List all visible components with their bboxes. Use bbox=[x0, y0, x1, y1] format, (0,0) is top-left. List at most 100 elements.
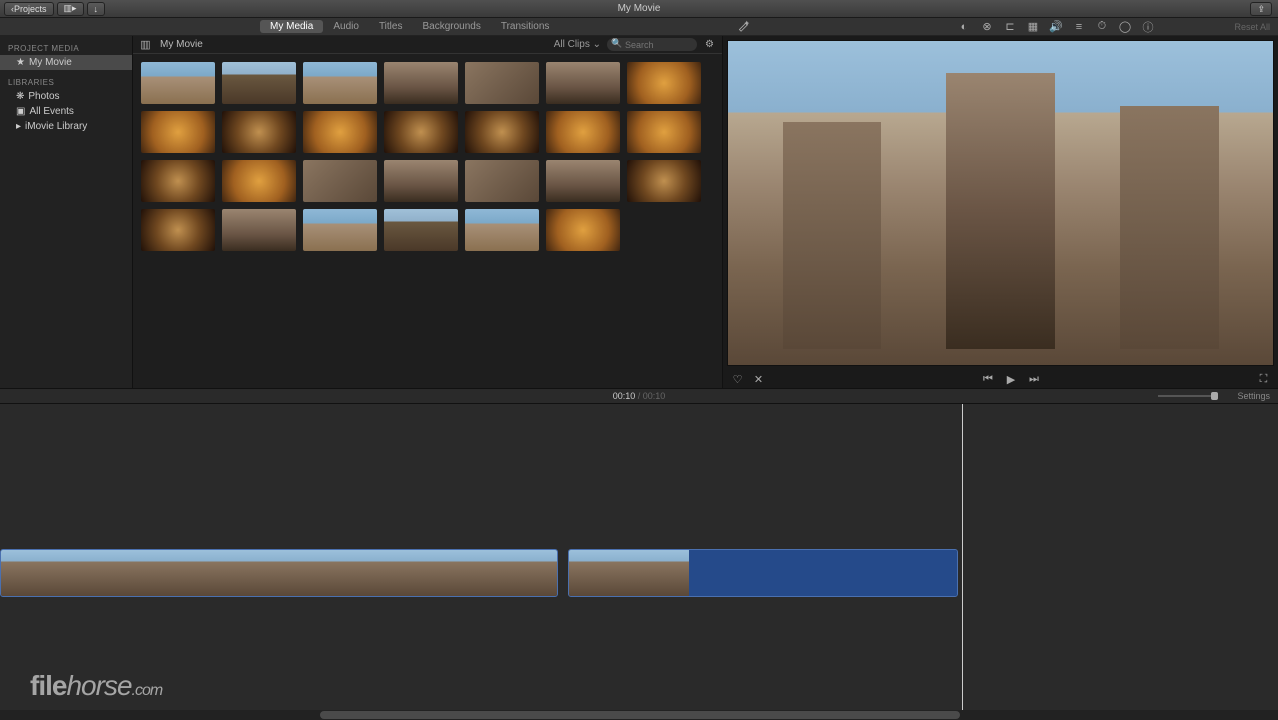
prev-frame-icon[interactable]: ⏮ bbox=[982, 373, 995, 386]
noise-reduction-icon[interactable]: ≡ bbox=[1072, 20, 1085, 33]
watermark-text-1: file bbox=[30, 670, 66, 701]
media-thumbnail[interactable] bbox=[465, 62, 539, 104]
chevron-down-icon: ⌄ bbox=[593, 39, 601, 50]
share-icon: ⇪ bbox=[1257, 4, 1265, 15]
media-browser: ▥ My Movie All Clips ⌄ 🔍 ⚙ bbox=[133, 36, 723, 388]
timecode-bar: 00:10 / 00:10 Settings bbox=[0, 388, 1278, 404]
media-thumbnail[interactable] bbox=[546, 160, 620, 202]
volume-icon[interactable]: 🔊 bbox=[1049, 20, 1062, 33]
media-thumbnail[interactable] bbox=[627, 62, 701, 104]
sidebar-item-my-movie[interactable]: ★ My Movie bbox=[0, 55, 132, 70]
media-thumbnail[interactable] bbox=[303, 209, 377, 251]
list-toggle-icon[interactable]: ▥ bbox=[139, 38, 152, 51]
current-time: 00:10 bbox=[613, 391, 636, 401]
timeline-clip-2[interactable] bbox=[568, 549, 958, 597]
tab-titles[interactable]: Titles bbox=[369, 20, 413, 33]
media-thumbnail[interactable] bbox=[141, 62, 215, 104]
tab-my-media[interactable]: My Media bbox=[260, 20, 323, 33]
thumbnail-grid bbox=[133, 54, 722, 388]
media-thumbnail[interactable] bbox=[627, 111, 701, 153]
back-label: Projects bbox=[14, 4, 47, 14]
browser-breadcrumb: My Movie bbox=[160, 39, 203, 50]
color-correction-icon[interactable]: ⊗ bbox=[980, 20, 993, 33]
media-thumbnail[interactable] bbox=[303, 111, 377, 153]
library-toggle-button[interactable]: ▥▸ bbox=[57, 2, 84, 16]
filter-label: All Clips bbox=[554, 39, 590, 50]
media-thumbnail[interactable] bbox=[222, 209, 296, 251]
timeline[interactable]: filehorse.com bbox=[0, 404, 1278, 720]
media-thumbnail[interactable] bbox=[222, 160, 296, 202]
crop-icon[interactable]: ⊏ bbox=[1003, 20, 1016, 33]
stabilize-icon[interactable]: ▦ bbox=[1026, 20, 1039, 33]
scrollbar-thumb[interactable] bbox=[320, 711, 960, 719]
reject-x-icon[interactable]: ✕ bbox=[752, 373, 765, 386]
viewer-adjustment-tools: ◐ ⊗ ⊏ ▦ 🔊 ≡ ⏱ ◯ ⓘ Reset All bbox=[957, 20, 1270, 33]
timeline-clip-1[interactable] bbox=[0, 549, 558, 597]
filter-dropdown[interactable]: All Clips ⌄ bbox=[554, 39, 601, 50]
sidebar-item-label: iMovie Library bbox=[25, 121, 87, 132]
reset-all-label[interactable]: Reset All bbox=[1234, 22, 1270, 32]
download-icon: ↓ bbox=[94, 4, 99, 14]
media-thumbnail[interactable] bbox=[465, 111, 539, 153]
share-button[interactable]: ⇪ bbox=[1250, 2, 1272, 16]
tab-transitions[interactable]: Transitions bbox=[491, 20, 560, 33]
back-projects-button[interactable]: ‹ Projects bbox=[4, 2, 54, 16]
zoom-slider[interactable] bbox=[1158, 395, 1218, 397]
sidebar: PROJECT MEDIA ★ My Movie LIBRARIES ❋ Pho… bbox=[0, 36, 133, 388]
media-thumbnail[interactable] bbox=[141, 111, 215, 153]
watermark-tld: .com bbox=[132, 682, 163, 699]
sidebar-item-label: All Events bbox=[29, 106, 73, 117]
color-balance-icon[interactable]: ◐ bbox=[957, 20, 970, 33]
sidebar-item-label: Photos bbox=[28, 91, 59, 102]
fullscreen-icon[interactable]: ⛶ bbox=[1257, 373, 1270, 386]
media-thumbnail[interactable] bbox=[384, 209, 458, 251]
media-thumbnail[interactable] bbox=[465, 160, 539, 202]
media-thumbnail[interactable] bbox=[546, 111, 620, 153]
info-icon[interactable]: ⓘ bbox=[1141, 20, 1154, 33]
search-icon: 🔍 bbox=[611, 38, 622, 49]
sidebar-heading-libraries: LIBRARIES bbox=[0, 76, 132, 89]
sidebar-item-label: My Movie bbox=[29, 57, 72, 68]
playhead[interactable] bbox=[962, 404, 963, 720]
total-time: 00:10 bbox=[643, 391, 666, 401]
enhance-wand-icon[interactable] bbox=[737, 19, 750, 32]
media-thumbnail[interactable] bbox=[546, 62, 620, 104]
tab-audio[interactable]: Audio bbox=[323, 20, 369, 33]
watermark: filehorse.com bbox=[30, 670, 162, 702]
play-icon[interactable]: ▶ bbox=[1005, 373, 1018, 386]
photos-icon: ❋ bbox=[16, 91, 24, 102]
title-bar: ‹ Projects ▥▸ ↓ My Movie ⇪ bbox=[0, 0, 1278, 18]
video-track bbox=[0, 549, 958, 601]
media-thumbnail[interactable] bbox=[141, 160, 215, 202]
media-thumbnail[interactable] bbox=[384, 62, 458, 104]
media-thumbnail[interactable] bbox=[222, 62, 296, 104]
sidebar-item-all-events[interactable]: ▣ All Events bbox=[0, 104, 132, 119]
media-thumbnail[interactable] bbox=[546, 209, 620, 251]
timecode-display: 00:10 / 00:10 bbox=[613, 391, 666, 401]
media-thumbnail[interactable] bbox=[303, 160, 377, 202]
media-thumbnail[interactable] bbox=[627, 160, 701, 202]
preview-canvas[interactable] bbox=[727, 40, 1274, 366]
media-thumbnail[interactable] bbox=[141, 209, 215, 251]
media-thumbnail[interactable] bbox=[222, 111, 296, 153]
star-icon: ★ bbox=[16, 57, 25, 68]
sidebar-item-photos[interactable]: ❋ Photos bbox=[0, 89, 132, 104]
import-button[interactable]: ↓ bbox=[87, 2, 106, 16]
media-thumbnail[interactable] bbox=[303, 62, 377, 104]
events-icon: ▣ bbox=[16, 106, 25, 117]
clip-filter-icon[interactable]: ◯ bbox=[1118, 20, 1131, 33]
speed-icon[interactable]: ⏱ bbox=[1095, 20, 1108, 33]
sidebar-item-imovie-library[interactable]: ▸ iMovie Library bbox=[0, 119, 132, 134]
watermark-text-2: horse bbox=[66, 670, 131, 701]
next-frame-icon[interactable]: ⏭ bbox=[1028, 373, 1041, 386]
settings-gear-icon[interactable]: ⚙ bbox=[703, 38, 716, 51]
tab-backgrounds[interactable]: Backgrounds bbox=[412, 20, 490, 33]
media-thumbnail[interactable] bbox=[384, 111, 458, 153]
horizontal-scrollbar[interactable] bbox=[0, 710, 1278, 720]
media-thumbnail[interactable] bbox=[465, 209, 539, 251]
media-thumbnail[interactable] bbox=[384, 160, 458, 202]
sidebar-heading-project-media: PROJECT MEDIA bbox=[0, 42, 132, 55]
timeline-settings-button[interactable]: Settings bbox=[1237, 391, 1270, 401]
secondary-toolbar: My Media Audio Titles Backgrounds Transi… bbox=[0, 18, 1278, 36]
favorite-heart-icon[interactable]: ♡ bbox=[731, 373, 744, 386]
